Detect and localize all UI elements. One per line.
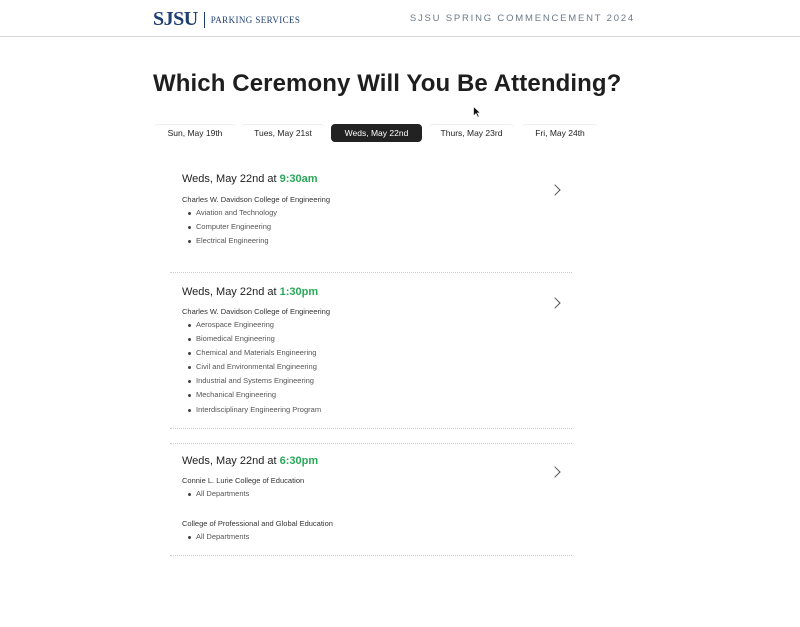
department-list: Aviation and Technology Computer Enginee… — [182, 206, 277, 248]
ceremony-heading: Weds, May 22nd at 9:30am — [182, 173, 318, 185]
list-item: Civil and Environmental Engineering — [182, 360, 321, 374]
department-list: All Departments — [182, 530, 249, 544]
list-item: Industrial and Systems Engineering — [182, 374, 321, 388]
list-item: Aviation and Technology — [182, 206, 277, 220]
list-item: Biomedical Engineering — [182, 332, 321, 346]
chevron-right-icon[interactable] — [549, 184, 561, 196]
page: SJSU PARKING SERVICES SJSU SPRING COMMEN… — [0, 0, 800, 627]
ceremony-time: 6:30pm — [279, 455, 319, 467]
department-list: Aerospace Engineering Biomedical Enginee… — [182, 318, 321, 417]
card-divider — [170, 428, 572, 429]
ceremony-card-930am[interactable]: Weds, May 22nd at 9:30am Charles W. Davi… — [170, 160, 572, 260]
tab-tues-may-21[interactable]: Tues, May 21st — [241, 124, 325, 142]
tab-thurs-may-23[interactable]: Thurs, May 23rd — [429, 124, 514, 142]
chevron-right-icon[interactable] — [549, 297, 561, 309]
list-item: All Departments — [182, 487, 249, 501]
card-divider — [170, 443, 572, 444]
sjsu-logo[interactable]: SJSU PARKING SERVICES — [153, 8, 300, 31]
college-name: Charles W. Davidson College of Engineeri… — [182, 307, 330, 316]
top-bar: SJSU PARKING SERVICES SJSU SPRING COMMEN… — [0, 0, 800, 37]
card-divider — [170, 272, 572, 273]
mouse-pointer-icon — [473, 106, 481, 118]
college-name: Charles W. Davidson College of Engineeri… — [182, 195, 330, 204]
college-name: Connie L. Lurie College of Education — [182, 476, 305, 485]
page-title: Which Ceremony Will You Be Attending? — [153, 70, 622, 97]
list-item: Interdisciplinary Engineering Program — [182, 403, 321, 417]
ceremony-heading: Weds, May 22nd at 6:30pm — [182, 455, 318, 467]
chevron-right-icon[interactable] — [549, 466, 561, 478]
logo-mark: SJSU — [153, 8, 198, 30]
ceremony-card-630pm[interactable]: Weds, May 22nd at 6:30pm Connie L. Lurie… — [170, 443, 572, 557]
list-item: Mechanical Engineering — [182, 388, 321, 402]
card-divider — [170, 555, 572, 556]
list-item: Electrical Engineering — [182, 234, 277, 248]
ceremony-time: 9:30am — [279, 173, 318, 185]
event-title: SJSU SPRING COMMENCEMENT 2024 — [409, 13, 635, 24]
date-tabs: Sun, May 19th Tues, May 21st Weds, May 2… — [0, 124, 800, 142]
tab-weds-may-22[interactable]: Weds, May 22nd — [331, 124, 422, 142]
list-item: Aerospace Engineering — [182, 318, 321, 332]
ceremony-time: 1:30pm — [279, 286, 319, 298]
list-item: All Departments — [182, 530, 249, 544]
college-name: College of Professional and Global Educa… — [182, 519, 333, 528]
tab-fri-may-24[interactable]: Fri, May 24th — [522, 124, 598, 142]
ceremony-card-130pm[interactable]: Weds, May 22nd at 1:30pm Charles W. Davi… — [170, 272, 572, 430]
ceremony-date: Weds, May 22nd at — [182, 173, 280, 185]
list-item: Computer Engineering — [182, 220, 277, 234]
ceremony-date: Weds, May 22nd at — [182, 286, 280, 298]
tab-sun-may-19[interactable]: Sun, May 19th — [154, 124, 236, 142]
list-item: Chemical and Materials Engineering — [182, 346, 321, 360]
ceremony-date: Weds, May 22nd at — [182, 455, 280, 467]
department-list: All Departments — [182, 487, 249, 501]
ceremony-heading: Weds, May 22nd at 1:30pm — [182, 286, 318, 298]
logo-subtitle: PARKING SERVICES — [210, 14, 301, 25]
logo-separator — [203, 11, 205, 28]
